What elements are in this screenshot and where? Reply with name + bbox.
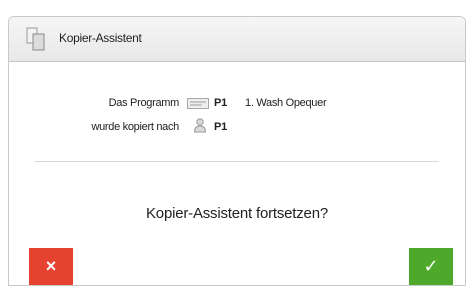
divider bbox=[35, 161, 439, 162]
close-icon: × bbox=[45, 256, 57, 276]
program-list-icon bbox=[187, 98, 209, 109]
program-label: Das Programm bbox=[108, 97, 180, 109]
confirm-button[interactable]: ✓ bbox=[409, 248, 453, 285]
title-bar: Kopier-Assistent bbox=[9, 17, 465, 62]
check-icon: ✓ bbox=[423, 256, 439, 276]
copy-icon bbox=[26, 27, 45, 51]
copied-target-id: P1 bbox=[214, 121, 228, 133]
cancel-button[interactable]: × bbox=[29, 248, 73, 285]
user-icon bbox=[193, 118, 207, 133]
copied-to-label: wurde kopiert nach bbox=[91, 121, 179, 133]
dialog-title: Kopier-Assistent bbox=[59, 31, 142, 45]
continue-question: Kopier-Assistent fortsetzen? bbox=[146, 205, 328, 222]
program-id: P1 bbox=[214, 97, 228, 109]
program-name: 1. Wash Opequer bbox=[245, 97, 327, 109]
copy-assistant-dialog: Kopier-Assistent Das Programm P1 1. Wash… bbox=[8, 16, 466, 286]
